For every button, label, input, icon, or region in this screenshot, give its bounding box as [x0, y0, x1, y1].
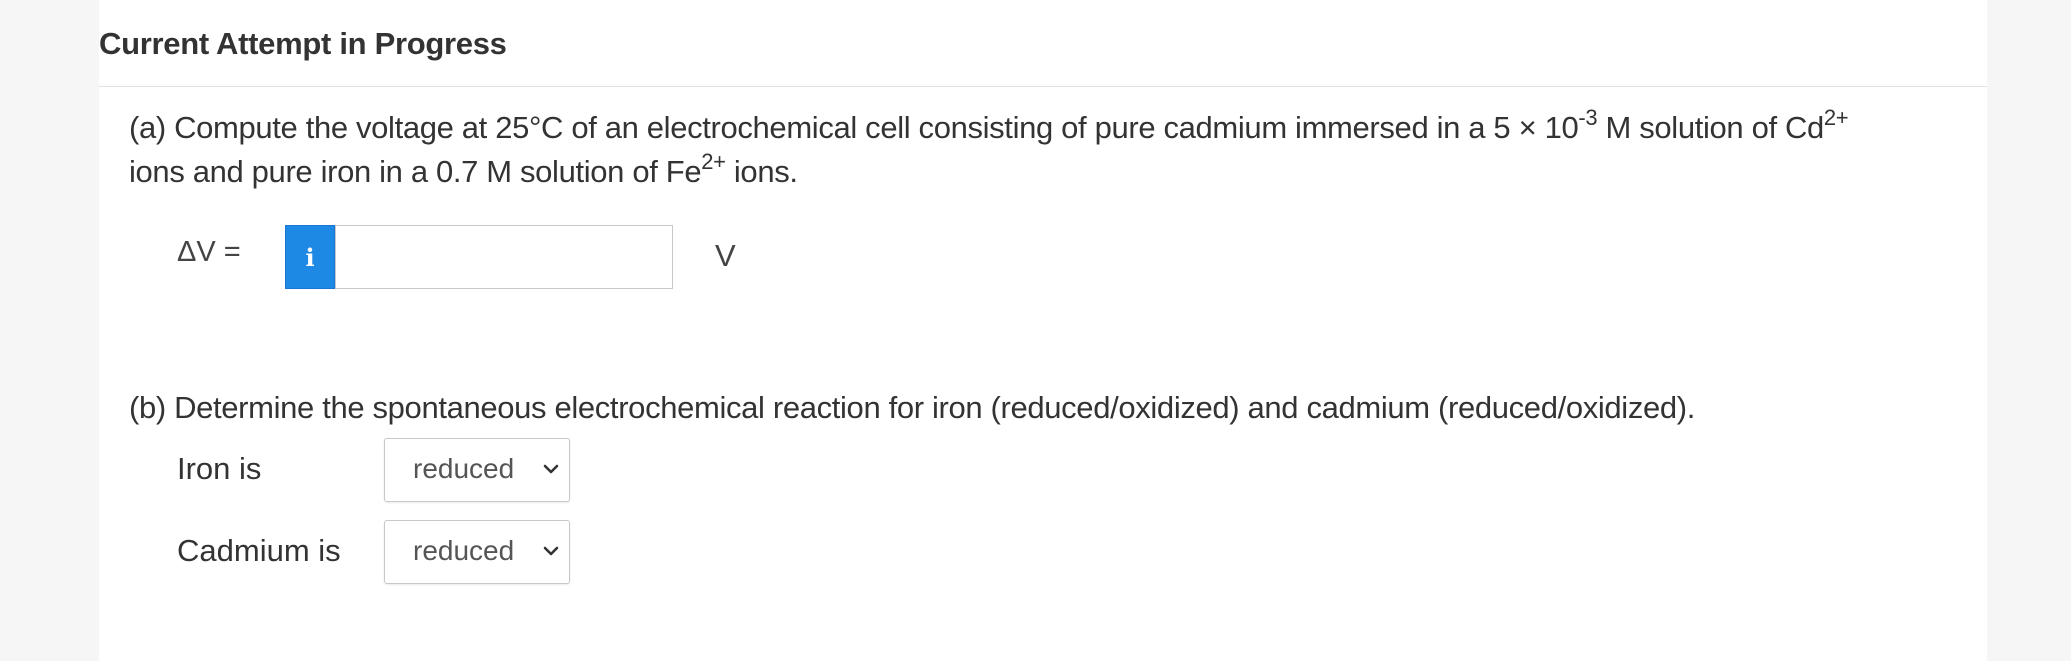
part-a-question: (a) Compute the voltage at 25°C of an el…: [129, 106, 1979, 194]
iron-select[interactable]: reduced: [384, 438, 570, 502]
part-a-text-1: (a) Compute the voltage at 25°C of an el…: [129, 110, 1579, 145]
cadmium-select[interactable]: reduced: [384, 520, 570, 584]
info-button[interactable]: i: [285, 225, 335, 289]
cadmium-select-value: reduced: [413, 535, 515, 566]
part-a-text-2: M solution of Cd: [1597, 110, 1825, 145]
iron-label: Iron is: [177, 451, 262, 486]
chevron-down-icon: [543, 546, 559, 556]
exponent: -3: [1578, 104, 1598, 130]
question-card: Current Attempt in Progress (a) Compute …: [99, 0, 1987, 661]
iron-charge: 2+: [701, 148, 726, 174]
cadmium-charge: 2+: [1823, 104, 1849, 130]
header-divider: [99, 86, 1987, 87]
attempt-title: Current Attempt in Progress: [99, 26, 507, 61]
part-b-question: (b) Determine the spontaneous electroche…: [129, 390, 1696, 425]
part-a-text-4: ions.: [725, 154, 798, 189]
delta-v-label: ΔV =: [177, 236, 241, 268]
iron-select-value: reduced: [413, 453, 515, 484]
cadmium-label: Cadmium is: [177, 533, 341, 568]
part-a-text-3: ions and pure iron in a 0.7 M solution o…: [129, 154, 702, 189]
unit-label: V: [715, 238, 736, 273]
chevron-down-icon: [543, 464, 559, 474]
info-icon: i: [305, 242, 315, 272]
voltage-input[interactable]: [335, 225, 673, 289]
